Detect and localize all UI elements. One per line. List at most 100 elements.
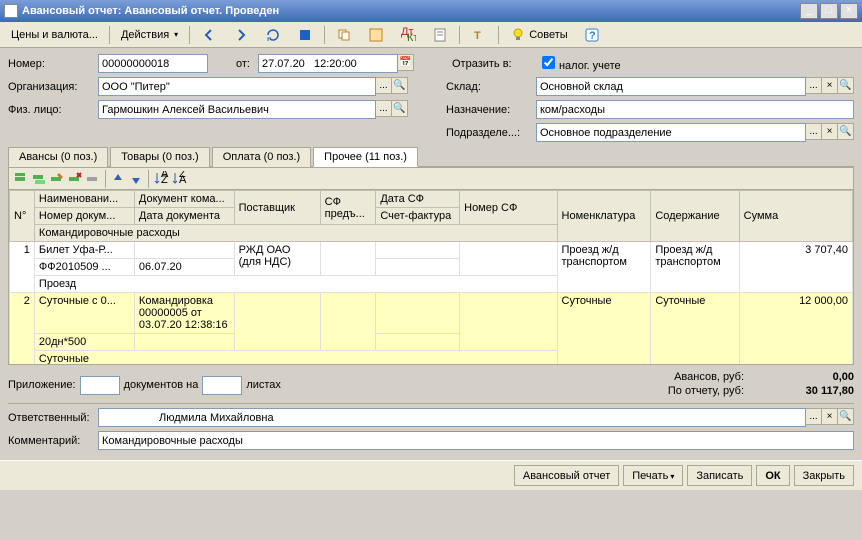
tab-payment[interactable]: Оплата (0 поз.) xyxy=(212,147,311,167)
person-field[interactable]: Гармошкин Алексей Васильевич xyxy=(98,100,376,119)
prices-currency-button[interactable]: Цены и валюта... xyxy=(4,25,105,45)
warehouse-field[interactable]: Основной склад xyxy=(536,77,806,96)
person-select-button[interactable]: ... xyxy=(376,100,392,117)
svg-text:A: A xyxy=(179,174,187,186)
purpose-field[interactable]: ком/расходы xyxy=(536,100,854,119)
col-sf-pred[interactable]: СФ предъ... xyxy=(320,191,376,225)
report-icon[interactable] xyxy=(425,25,455,45)
col-name[interactable]: Наименовани... xyxy=(34,191,134,208)
comment-label: Комментарий: xyxy=(8,435,90,447)
window-title: Авансовый отчет: Авансовый отчет. Провед… xyxy=(22,5,800,17)
app-icon xyxy=(4,4,18,18)
copy-row-icon[interactable] xyxy=(31,171,47,187)
advances-amount: 0,00 xyxy=(764,371,854,383)
sheets-label: листах xyxy=(246,379,281,391)
org-select-button[interactable]: ... xyxy=(376,77,392,94)
save-button[interactable]: Записать xyxy=(687,465,752,486)
close-window-button[interactable]: × xyxy=(840,3,858,19)
sort-asc-icon[interactable]: AZ xyxy=(153,171,169,187)
finish-edit-icon[interactable] xyxy=(85,171,101,187)
table-row[interactable]: 1Билет Уфа-Р...РЖД ОАО (для НДС)Проезд ж… xyxy=(10,242,853,259)
actions-menu[interactable]: Действия xyxy=(114,25,185,45)
dept-label: Подразделе...: xyxy=(446,127,528,139)
dept-select-button[interactable]: ... xyxy=(806,123,822,140)
number-field[interactable]: 00000000018 xyxy=(98,54,208,73)
col-invoice[interactable]: Счет-фактура xyxy=(376,208,460,225)
svg-text:T: T xyxy=(474,30,481,42)
help-icon[interactable]: ? xyxy=(577,25,607,45)
nav-back-icon[interactable] xyxy=(194,25,224,45)
docs-count-field[interactable] xyxy=(80,376,120,395)
responsible-field[interactable]: Людмила Михайловна xyxy=(98,408,806,427)
advances-label: Авансов, руб: xyxy=(674,371,744,383)
responsible-lookup-icon[interactable]: 🔍 xyxy=(838,408,854,425)
move-up-icon[interactable] xyxy=(110,171,126,187)
responsible-label: Ответственный: xyxy=(8,412,90,424)
dept-lookup-icon[interactable]: 🔍 xyxy=(838,123,854,140)
add-row-icon[interactable] xyxy=(13,171,29,187)
print-button[interactable]: Печать xyxy=(623,465,683,486)
col-doc-date[interactable]: Дата документа xyxy=(134,208,234,225)
col-doc-num[interactable]: Номер докум... xyxy=(34,208,134,225)
person-label: Физ. лицо: xyxy=(8,104,90,116)
col-supplier[interactable]: Поставщик xyxy=(234,191,320,225)
sheets-count-field[interactable] xyxy=(202,376,242,395)
svg-text:Кт: Кт xyxy=(407,32,416,43)
docs-label: документов на xyxy=(124,379,199,391)
from-label: от: xyxy=(236,58,250,70)
warehouse-select-button[interactable]: ... xyxy=(806,77,822,94)
col-sum[interactable]: Сумма xyxy=(739,191,852,242)
sort-desc-icon[interactable]: ZA xyxy=(171,171,187,187)
maximize-button[interactable]: □ xyxy=(820,3,838,19)
warehouse-clear-button[interactable]: × xyxy=(822,77,838,94)
org-field[interactable]: ООО "Питер" xyxy=(98,77,376,96)
table-row[interactable]: 2Суточные с 0...Командировка 00000005 от… xyxy=(10,293,853,334)
responsible-select-button[interactable]: ... xyxy=(806,408,822,425)
report-total-label: По отчету, руб: xyxy=(668,385,744,397)
col-sf-date[interactable]: Дата СФ xyxy=(376,191,460,208)
minimize-button[interactable]: _ xyxy=(800,3,818,19)
move-down-icon[interactable] xyxy=(128,171,144,187)
purpose-label: Назначение: xyxy=(446,104,528,116)
grid-toolbar: AZ ZA xyxy=(9,168,853,190)
tax-checkbox[interactable]: налог. учете xyxy=(542,56,621,72)
dept-clear-button[interactable]: × xyxy=(822,123,838,140)
edit-row-icon[interactable] xyxy=(49,171,65,187)
col-nomen[interactable]: Номенклатура xyxy=(557,191,651,242)
date-field[interactable]: 27.07.20 12:20:00 xyxy=(258,54,398,73)
col-doc[interactable]: Документ кома... xyxy=(134,191,234,208)
col-sf-num[interactable]: Номер СФ xyxy=(460,191,557,225)
copy-icon[interactable] xyxy=(329,25,359,45)
calendar-icon[interactable]: 📅 xyxy=(398,54,414,71)
tab-other[interactable]: Прочее (11 поз.) xyxy=(313,147,418,167)
refresh-icon[interactable] xyxy=(258,25,288,45)
svg-text:Z: Z xyxy=(161,174,168,186)
nav-forward-icon[interactable] xyxy=(226,25,256,45)
tab-goods[interactable]: Товары (0 поз.) xyxy=(110,147,209,167)
dt-kt-icon[interactable]: ДтКт xyxy=(393,25,423,45)
structure-icon[interactable]: T xyxy=(464,25,494,45)
col-content[interactable]: Содержание xyxy=(651,191,739,242)
close-button[interactable]: Закрыть xyxy=(794,465,854,486)
svg-text:?: ? xyxy=(589,30,596,42)
warehouse-label: Склад: xyxy=(446,81,528,93)
col-number[interactable]: N° xyxy=(10,191,35,242)
warehouse-lookup-icon[interactable]: 🔍 xyxy=(838,77,854,94)
grid: AZ ZA N° Наименовани... Документ кома...… xyxy=(8,167,854,365)
basis-icon[interactable] xyxy=(361,25,391,45)
number-label: Номер: xyxy=(8,58,90,70)
col-trip-exp[interactable]: Командировочные расходы xyxy=(34,225,557,242)
comment-field[interactable]: Командировочные расходы xyxy=(98,431,854,450)
tabs-bar: Авансы (0 поз.) Товары (0 поз.) Оплата (… xyxy=(8,146,854,167)
advice-button[interactable]: Советы xyxy=(503,25,574,45)
person-lookup-icon[interactable]: 🔍 xyxy=(392,100,408,117)
responsible-clear-button[interactable]: × xyxy=(822,408,838,425)
ok-button[interactable]: ОК xyxy=(756,465,789,486)
dept-field[interactable]: Основное подразделение xyxy=(536,123,806,142)
org-lookup-icon[interactable]: 🔍 xyxy=(392,77,408,94)
main-toolbar: Цены и валюта... Действия ДтКт T Советы … xyxy=(0,22,862,48)
tab-advances[interactable]: Авансы (0 поз.) xyxy=(8,147,108,167)
post-icon[interactable] xyxy=(290,25,320,45)
delete-row-icon[interactable] xyxy=(67,171,83,187)
advance-report-button[interactable]: Авансовый отчет xyxy=(514,465,619,486)
